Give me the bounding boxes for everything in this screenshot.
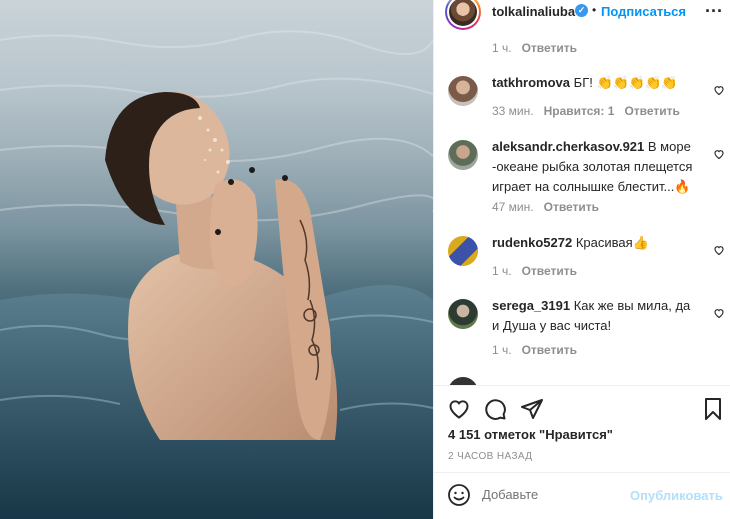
comment-meta: 47 мин. Ответить xyxy=(492,200,599,214)
post-header: tolkalinaliuba ✓ • Подписаться ··· xyxy=(434,0,730,30)
paper-plane-icon[interactable] xyxy=(520,397,544,421)
post-timestamp: 2 ЧАСОВ НАЗАД xyxy=(448,451,533,462)
commenter-avatar[interactable] xyxy=(448,377,478,385)
speech-bubble-icon[interactable] xyxy=(483,397,507,421)
comment-time: 1 ч. xyxy=(492,343,512,357)
reply-button[interactable]: Ответить xyxy=(522,41,577,55)
post-actions xyxy=(434,394,730,424)
comments-list[interactable]: 1 ч. Ответить tatkhromova БГ! 👏👏👏👏👏 33 м… xyxy=(434,27,730,385)
small-heart-icon[interactable] xyxy=(713,244,725,256)
comment-body: БГ! 👏👏👏👏👏 xyxy=(573,75,678,90)
post-photo xyxy=(0,0,433,519)
small-heart-icon[interactable] xyxy=(713,148,725,160)
commenter-username[interactable]: aleksandr.cherkasov.921 xyxy=(492,139,644,154)
comment-meta: 33 мин. Нравится: 1 Ответить xyxy=(492,104,680,118)
commenter-avatar[interactable] xyxy=(448,76,478,106)
comment-time: 1 ч. xyxy=(492,41,512,55)
commenter-username[interactable]: tatkhromova xyxy=(492,75,570,90)
author-avatar[interactable] xyxy=(445,0,481,30)
comment-time: 47 мин. xyxy=(492,200,534,214)
photo-illustration xyxy=(0,30,433,519)
reply-button[interactable]: Ответить xyxy=(522,264,577,278)
header-separator: • xyxy=(592,3,597,17)
more-options-icon[interactable]: ··· xyxy=(705,1,723,21)
comment-body: Красивая👍 xyxy=(575,235,649,250)
commenter-avatar[interactable] xyxy=(448,236,478,266)
author-username[interactable]: tolkalinaliuba xyxy=(492,4,575,19)
heart-outline-icon[interactable] xyxy=(447,397,471,421)
reply-button[interactable]: Ответить xyxy=(544,200,599,214)
comment-meta: 1 ч. Ответить xyxy=(492,264,577,278)
comment-composer: Опубликовать xyxy=(434,473,730,519)
comment-text: aleksandr.cherkasov.921 В море -океане р… xyxy=(492,137,699,197)
commenter-username[interactable]: rudenko5272 xyxy=(492,235,572,250)
commenter-avatar[interactable] xyxy=(448,299,478,329)
post-sidebar: tolkalinaliuba ✓ • Подписаться ··· 1 ч. … xyxy=(433,0,730,519)
verified-badge-icon: ✓ xyxy=(575,4,588,17)
comment-time: 33 мин. xyxy=(492,104,534,118)
smiley-icon[interactable] xyxy=(447,483,471,507)
reply-button[interactable]: Ответить xyxy=(522,343,577,357)
small-heart-icon[interactable] xyxy=(713,84,725,96)
comment-text: tatkhromova БГ! 👏👏👏👏👏 xyxy=(492,73,699,93)
commenter-avatar[interactable] xyxy=(448,140,478,170)
divider xyxy=(434,385,730,386)
likes-count[interactable]: 4 151 отметок "Нравится" xyxy=(448,427,613,442)
reply-button[interactable]: Ответить xyxy=(624,104,679,118)
commenter-username[interactable]: serega_3191 xyxy=(492,298,570,313)
follow-button[interactable]: Подписаться xyxy=(601,4,686,19)
comment-input[interactable] xyxy=(482,487,622,502)
bookmark-icon[interactable] xyxy=(701,397,725,421)
comment-time: 1 ч. xyxy=(492,264,512,278)
previous-comment-meta: 1 ч. Ответить xyxy=(492,41,577,55)
comment-like-count[interactable]: Нравится: 1 xyxy=(544,104,615,118)
comment-text: rudenko5272 Красивая👍 xyxy=(492,233,699,253)
publish-button[interactable]: Опубликовать xyxy=(630,488,723,503)
comment-text: serega_3191 Как же вы мила, да и Душа у … xyxy=(492,296,699,336)
comment-meta: 1 ч. Ответить xyxy=(492,343,577,357)
small-heart-icon[interactable] xyxy=(713,307,725,319)
